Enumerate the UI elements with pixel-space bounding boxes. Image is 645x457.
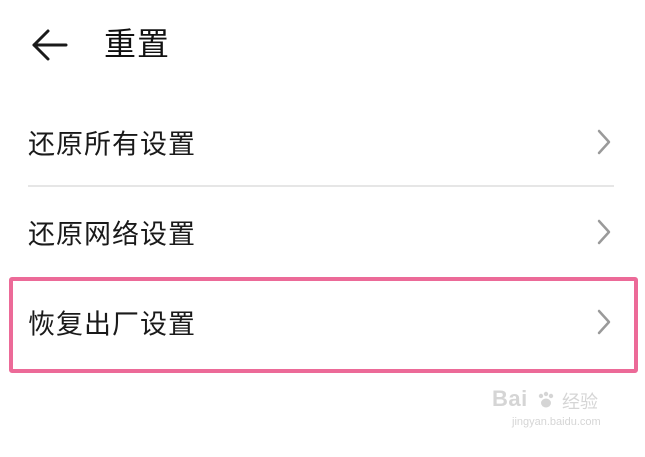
watermark-logo-text: Bai [492,386,528,411]
menu-item-factory-reset[interactable]: 恢复出厂设置 [28,286,614,358]
back-button[interactable] [28,25,72,65]
menu-item-reset-all-settings[interactable]: 还原所有设置 [28,106,614,178]
divider [28,185,614,187]
menu-item-reset-network-settings[interactable]: 还原网络设置 [28,196,614,268]
header: 重置 [0,0,645,92]
watermark: Bai 经验 jingyan.baidu.com [492,386,622,442]
chevron-right-icon [597,309,611,335]
menu-item-label: 恢复出厂设置 [28,309,196,341]
paw-icon [538,391,554,408]
arrow-left-icon [32,29,68,61]
menu-item-label: 还原网络设置 [28,219,196,251]
chevron-right-icon [597,129,611,155]
watermark-cn-text: 经验 [562,392,598,413]
page-title: 重置 [104,25,171,63]
menu-item-label: 还原所有设置 [28,129,196,161]
chevron-right-icon [597,219,611,245]
watermark-url: jingyan.baidu.com [512,416,601,428]
